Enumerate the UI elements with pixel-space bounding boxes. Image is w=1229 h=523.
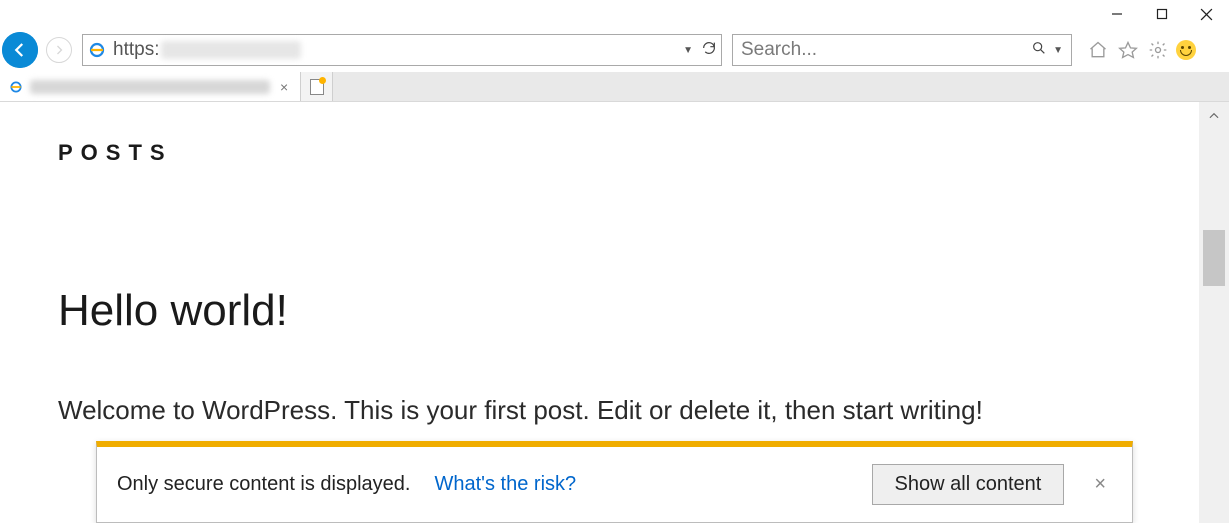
tab-active[interactable]: × <box>0 72 301 101</box>
tab-strip: × <box>0 72 1229 102</box>
new-tab-icon <box>310 79 324 95</box>
security-notification-bar: Only secure content is displayed. What's… <box>96 441 1133 523</box>
section-heading: POSTS <box>58 140 1199 166</box>
address-text: https: <box>113 39 683 61</box>
post-body: Welcome to WordPress. This is your first… <box>58 390 1108 430</box>
search-icon[interactable] <box>1031 40 1047 61</box>
back-button[interactable] <box>2 32 38 68</box>
close-window-button[interactable] <box>1184 0 1229 28</box>
maximize-button[interactable] <box>1139 0 1184 28</box>
notification-close-button[interactable]: × <box>1088 473 1112 496</box>
tools-gear-icon[interactable] <box>1146 38 1170 62</box>
search-placeholder: Search... <box>741 39 1031 61</box>
tab-title-blurred <box>30 80 270 94</box>
address-bar[interactable]: https: ▼ <box>82 34 722 66</box>
url-host-blurred <box>161 41 301 59</box>
show-all-content-button[interactable]: Show all content <box>872 464 1065 505</box>
refresh-button[interactable] <box>701 40 717 61</box>
new-tab-button[interactable] <box>301 72 333 101</box>
notification-link[interactable]: What's the risk? <box>435 473 577 496</box>
browser-toolbar: https: ▼ Search... ▼ <box>0 28 1229 72</box>
tab-favicon-icon <box>8 79 24 95</box>
ie-logo-icon <box>87 40 107 60</box>
notification-message: Only secure content is displayed. <box>117 473 411 496</box>
search-bar[interactable]: Search... ▼ <box>732 34 1072 66</box>
url-scheme: https: <box>113 39 159 61</box>
scroll-thumb[interactable] <box>1203 230 1225 286</box>
post-title[interactable]: Hello world! <box>58 286 1199 336</box>
minimize-button[interactable] <box>1094 0 1139 28</box>
favorites-star-icon[interactable] <box>1116 38 1140 62</box>
vertical-scrollbar[interactable] <box>1199 102 1229 523</box>
address-dropdown-icon[interactable]: ▼ <box>683 45 693 56</box>
home-icon[interactable] <box>1086 38 1110 62</box>
tab-close-button[interactable]: × <box>276 79 292 95</box>
search-dropdown-icon[interactable]: ▼ <box>1053 45 1063 56</box>
feedback-smiley-icon[interactable] <box>1176 40 1196 60</box>
forward-button <box>46 37 72 63</box>
scroll-up-icon[interactable] <box>1199 104 1229 128</box>
